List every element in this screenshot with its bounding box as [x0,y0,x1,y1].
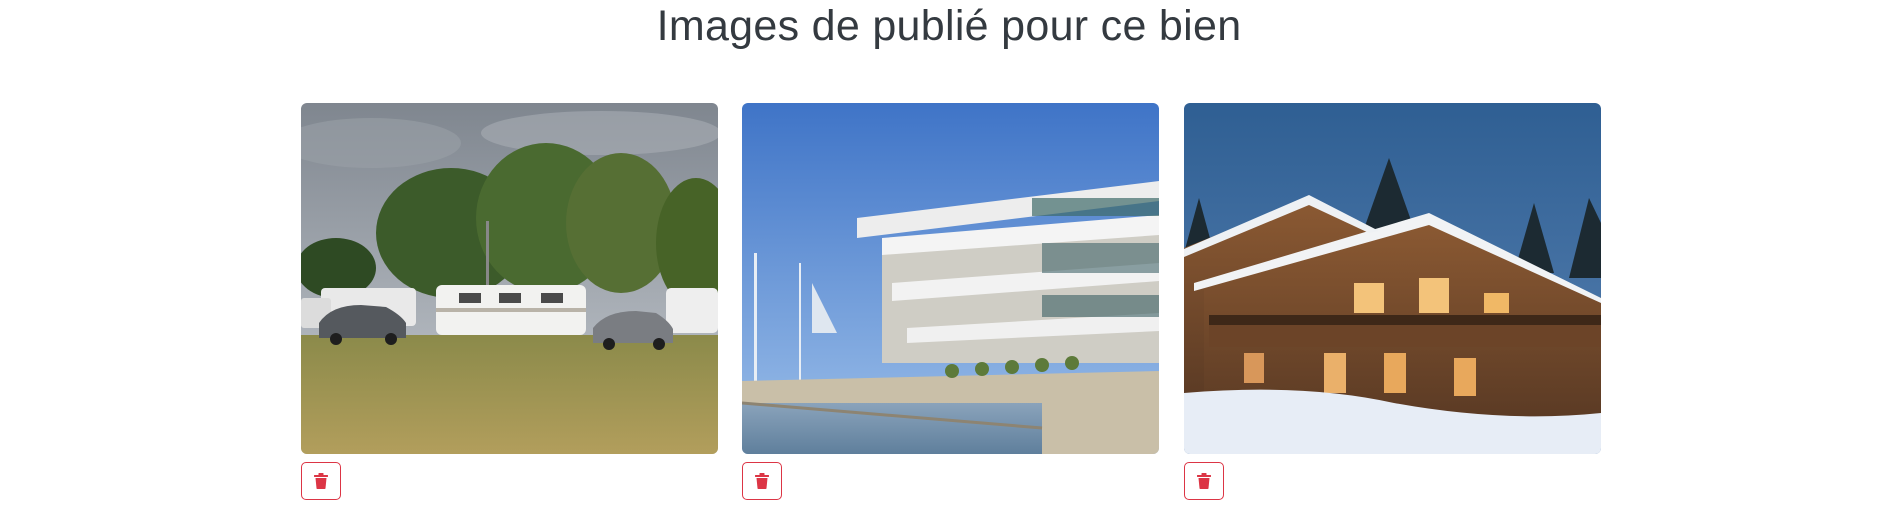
trash-icon [1197,473,1211,489]
delete-image-button[interactable] [742,462,782,500]
image-card [742,103,1159,500]
modern-waterfront-building-photo [742,103,1159,454]
delete-image-button[interactable] [301,462,341,500]
page-title: Images de publié pour ce bien [656,2,1242,50]
trash-icon [314,473,328,489]
campsite-caravans-photo [301,103,718,454]
snowy-wooden-chalet-photo [1184,103,1601,454]
image-card [1184,103,1601,500]
trash-icon [755,473,769,489]
image-card [301,103,718,500]
delete-image-button[interactable] [1184,462,1224,500]
